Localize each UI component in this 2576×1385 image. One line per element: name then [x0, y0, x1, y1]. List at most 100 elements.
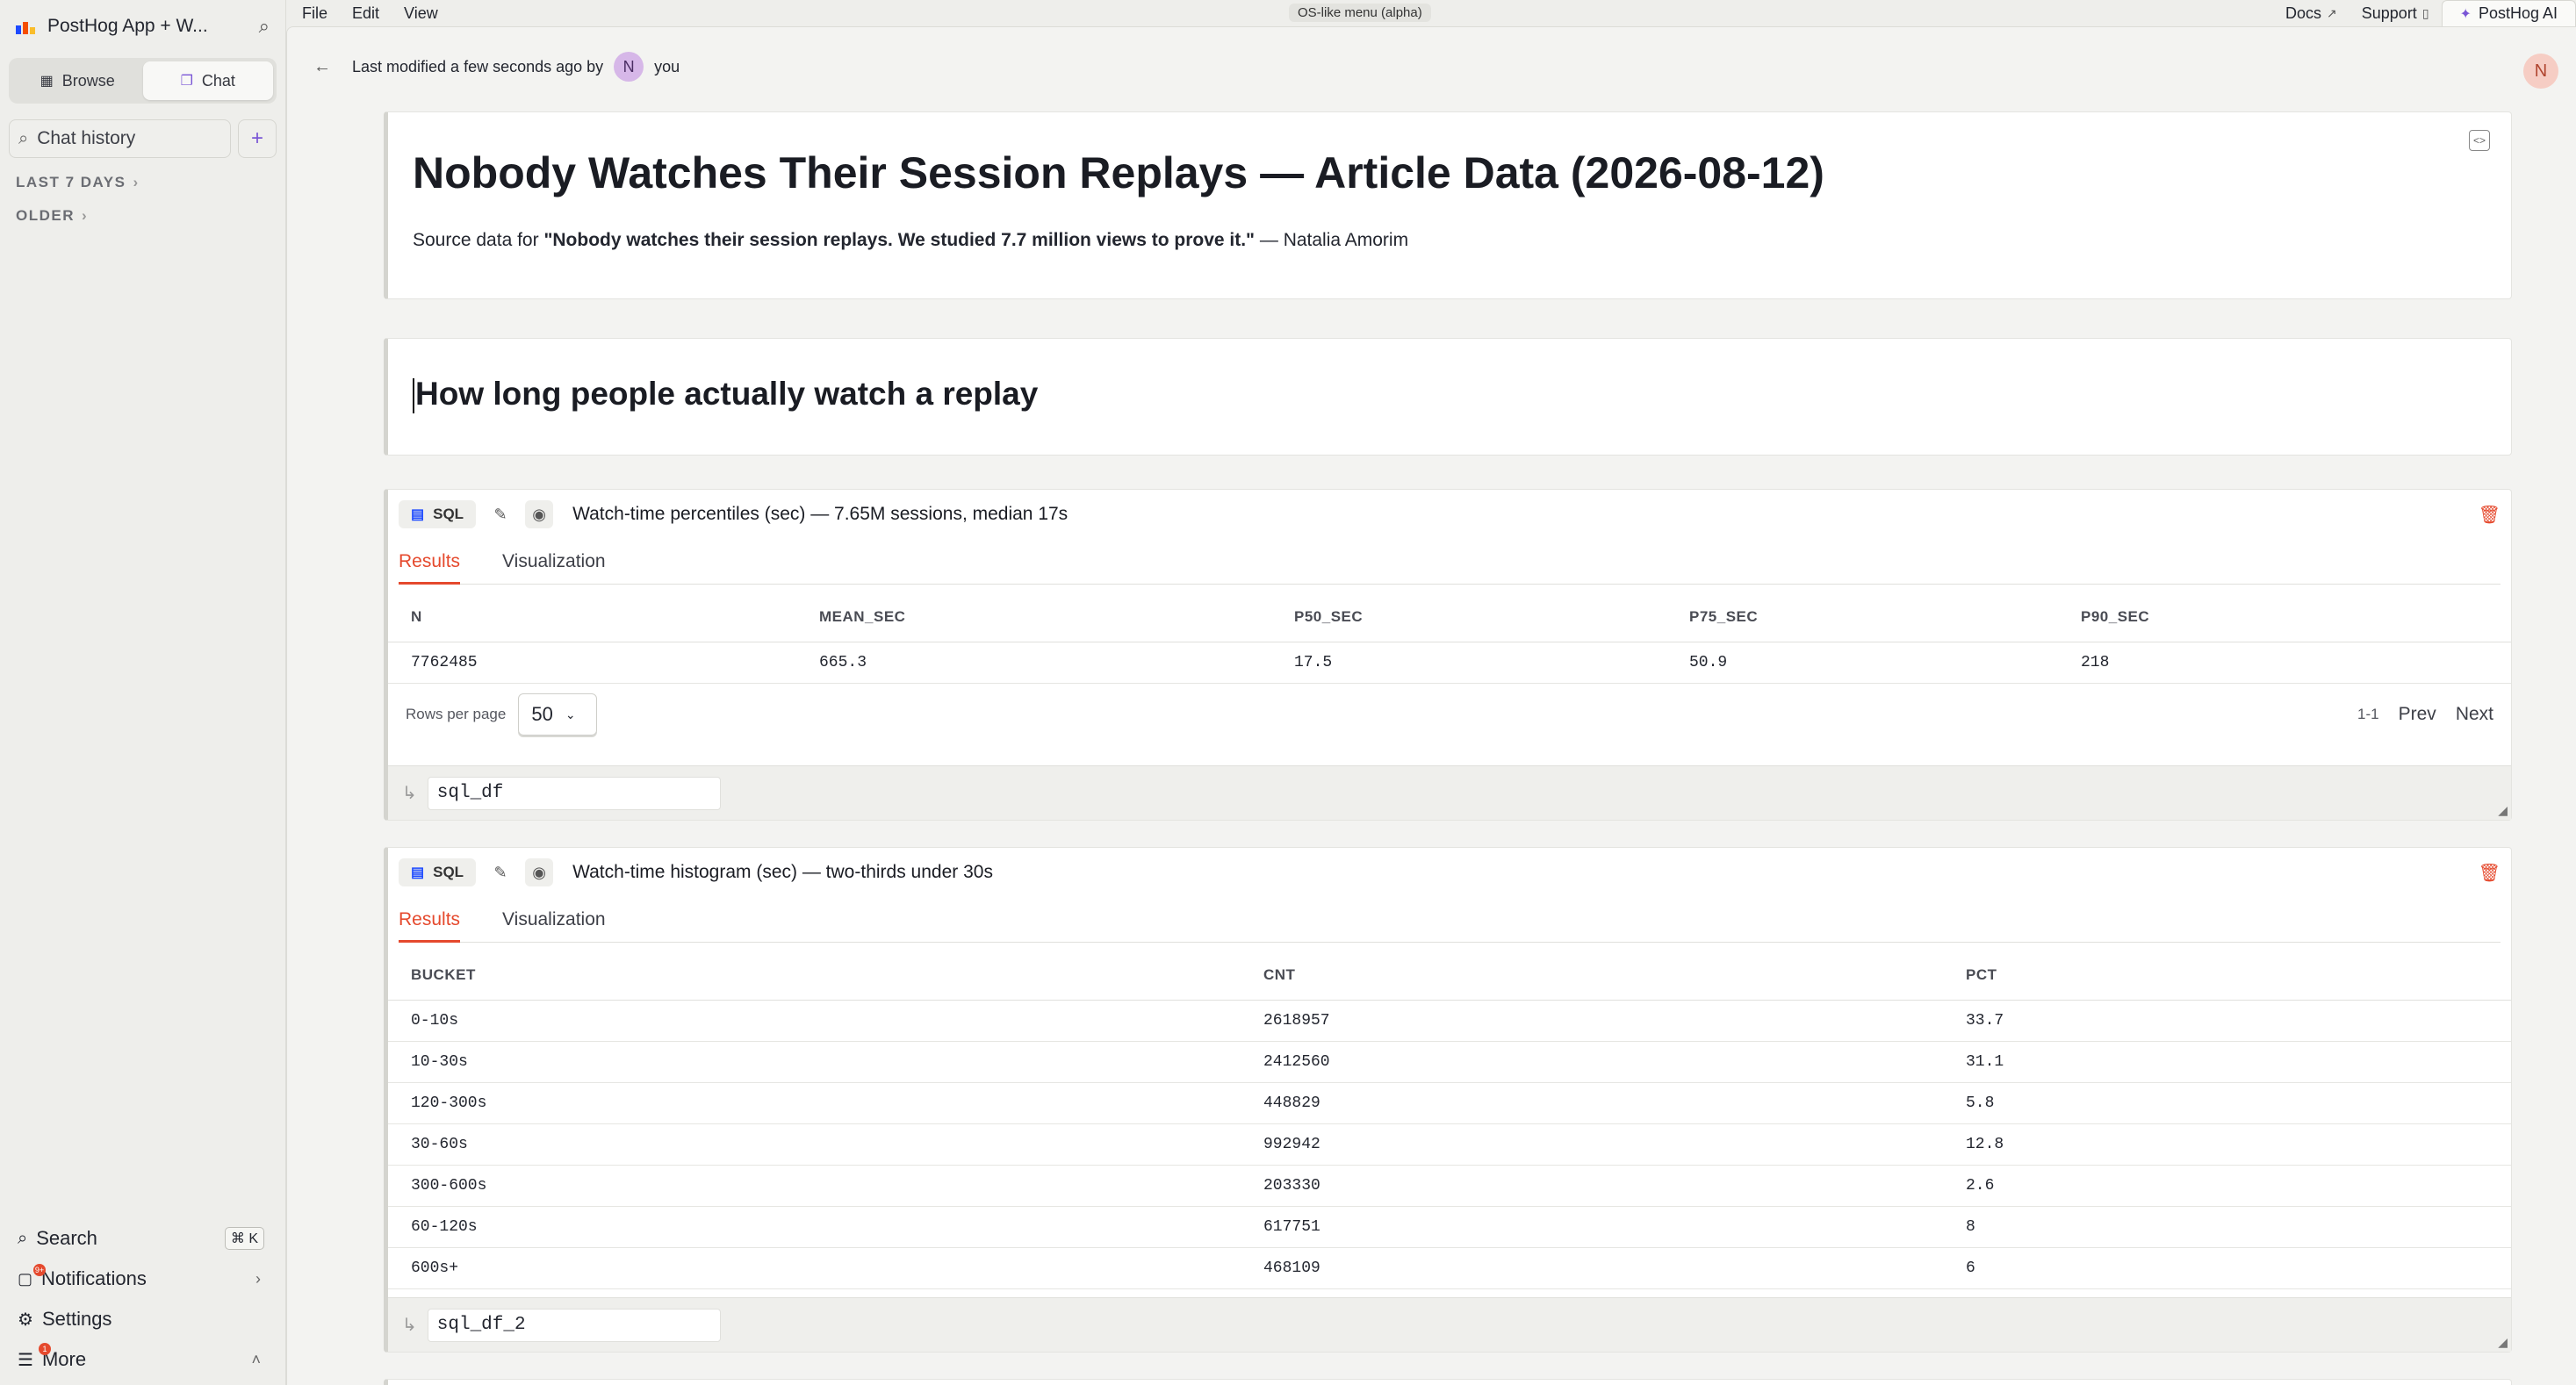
section-heading[interactable]: How long people actually watch a replay	[413, 376, 1039, 414]
posthog-ai-button[interactable]: ✦ PostHog AI	[2441, 0, 2576, 26]
table-cell: 300-600s	[411, 1177, 487, 1195]
avatar: N	[614, 52, 644, 82]
new-chat-button[interactable]: +	[238, 119, 277, 158]
project-header[interactable]: PostHog App + W... ⌕	[0, 0, 285, 53]
chat-label: Chat	[201, 71, 235, 90]
next-button[interactable]: Next	[2456, 704, 2493, 725]
column-header[interactable]: P50_SEC	[1294, 608, 1689, 626]
column-header[interactable]: P90_SEC	[2081, 608, 2149, 626]
tab-visualization[interactable]: Visualization	[502, 908, 606, 943]
page-title[interactable]: Nobody Watches Their Session Replays — A…	[413, 147, 1824, 198]
sql-block-title[interactable]: Watch-time percentiles (sec) — 7.65M ses…	[572, 504, 1068, 525]
trash-icon[interactable]: 🗑	[2479, 862, 2500, 884]
edit-pencil-icon[interactable]: ✎	[486, 858, 514, 886]
edit-pencil-icon[interactable]: ✎	[486, 500, 514, 528]
table-cell: 7762485	[411, 654, 478, 671]
eye-icon[interactable]: ◉	[525, 858, 554, 886]
chat-history-search[interactable]: ⌕ Chat history	[9, 119, 231, 158]
browse-tab[interactable]: ▦ Browse	[12, 61, 143, 100]
table-header: BUCKET CNT PCT	[388, 950, 2511, 1001]
text-cursor	[413, 378, 414, 414]
more-nav[interactable]: ☰ 1 More ˄	[9, 1339, 277, 1380]
external-link-icon: ↗	[2327, 5, 2337, 20]
group-older[interactable]: OLDER ›	[0, 207, 285, 225]
chevron-right-icon: ›	[133, 174, 140, 190]
page-range: 1-1	[2357, 706, 2379, 722]
more-badge: 1	[39, 1343, 51, 1355]
group-label-older: OLDER	[16, 207, 75, 224]
search-icon: ⌕	[18, 128, 29, 148]
result-tabs: Results Visualization	[399, 549, 2500, 585]
sidebar-bottom: ⌕ Search ⌘ K ▢ 9+ Notifications › ⚙ Sett…	[0, 1218, 285, 1385]
table-cell: 31.1	[1966, 1053, 2004, 1071]
return-arrow-icon: ↳	[402, 784, 417, 803]
docs-link[interactable]: Docs ↗	[2273, 0, 2349, 26]
modified-author: you	[654, 57, 680, 75]
chart-icon: ▤	[411, 865, 425, 880]
table-cell: 8	[1966, 1218, 1975, 1236]
rows-per-page-value: 50	[531, 703, 553, 725]
search-label: Search	[36, 1227, 97, 1249]
table-row: 60-120s 617751 8	[388, 1207, 2511, 1248]
os-menu-label[interactable]: OS-like menu (alpha)	[1289, 4, 1431, 22]
subtitle-author: — Natalia Amorim	[1259, 230, 1409, 250]
table-cell: 2618957	[1263, 1012, 1330, 1030]
menu-file[interactable]: File	[302, 4, 327, 23]
sql-pill[interactable]: ▤ SQL	[399, 858, 477, 886]
settings-label: Settings	[41, 1308, 112, 1330]
menu-edit[interactable]: Edit	[352, 4, 379, 23]
dataframe-bar: ↳ ◢	[388, 765, 2511, 820]
browse-chat-toggle: ▦ Browse ❐ Chat	[9, 58, 277, 104]
column-header[interactable]: CNT	[1263, 966, 1966, 984]
back-arrow-icon[interactable]: ←	[313, 57, 331, 77]
sql-pill[interactable]: ▤ SQL	[399, 500, 477, 528]
tab-visualization[interactable]: Visualization	[502, 549, 606, 585]
column-header[interactable]: P75_SEC	[1689, 608, 2081, 626]
user-avatar[interactable]: N	[2523, 54, 2558, 89]
search-icon[interactable]: ⌕	[259, 15, 270, 38]
pager-controls: 1-1 Prev Next	[2357, 704, 2493, 725]
column-header[interactable]: PCT	[1966, 966, 1997, 984]
notifications-badge: 9+	[33, 1264, 46, 1276]
table-cell: 2412560	[1263, 1053, 1330, 1071]
table-cell: 0-10s	[411, 1012, 459, 1030]
dataframe-name-input[interactable]	[427, 1308, 721, 1342]
search-nav[interactable]: ⌕ Search ⌘ K	[9, 1218, 277, 1259]
menu-view[interactable]: View	[404, 4, 438, 23]
settings-nav[interactable]: ⚙ Settings	[9, 1299, 277, 1339]
resize-handle-icon[interactable]: ◢	[2498, 1335, 2508, 1350]
table-cell: 6	[1966, 1259, 1975, 1277]
heading-card: How long people actually watch a replay	[384, 338, 2512, 456]
notifications-nav[interactable]: ▢ 9+ Notifications ›	[9, 1259, 277, 1299]
tab-results[interactable]: Results	[399, 549, 461, 585]
chat-tab[interactable]: ❐ Chat	[142, 61, 273, 100]
sql-block-title[interactable]: Watch-time histogram (sec) — two-thirds …	[572, 862, 993, 883]
trash-icon[interactable]: 🗑	[2479, 504, 2500, 526]
pagination: Rows per page 50 ⌄ 1-1 Prev Next	[388, 688, 2511, 741]
dataframe-name-input[interactable]	[427, 776, 721, 810]
bell-icon: ▢	[18, 1269, 33, 1288]
chevron-right-icon: ›	[255, 1269, 261, 1288]
section-heading-text: How long people actually watch a replay	[415, 376, 1039, 412]
eye-icon[interactable]: ◉	[525, 500, 554, 528]
browse-label: Browse	[61, 71, 115, 90]
next-block	[384, 1379, 2512, 1385]
column-header[interactable]: BUCKET	[411, 966, 1263, 984]
results-table: BUCKET CNT PCT 0-10s 2618957 33.7 10-30s…	[388, 950, 2511, 1289]
chart-icon: ▤	[411, 507, 425, 522]
chevron-up-icon: ˄	[251, 1350, 261, 1368]
tab-results[interactable]: Results	[399, 908, 461, 943]
code-toggle-icon[interactable]: <>	[2469, 130, 2490, 151]
resize-handle-icon[interactable]: ◢	[2498, 803, 2508, 818]
table-cell: 468109	[1263, 1259, 1320, 1277]
title-card: Nobody Watches Their Session Replays — A…	[384, 111, 2512, 299]
rows-per-page-select[interactable]: 50 ⌄	[518, 693, 598, 736]
support-link[interactable]: Support ▯	[2349, 0, 2442, 26]
group-last-7-days[interactable]: LAST 7 DAYS ›	[0, 174, 285, 191]
chat-icon: ❐	[180, 74, 193, 89]
result-tabs: Results Visualization	[399, 908, 2500, 943]
column-header[interactable]: MEAN_SEC	[819, 608, 1294, 626]
dataframe-bar: ↳ ◢	[388, 1297, 2511, 1352]
column-header[interactable]: N	[411, 608, 819, 626]
prev-button[interactable]: Prev	[2399, 704, 2436, 725]
